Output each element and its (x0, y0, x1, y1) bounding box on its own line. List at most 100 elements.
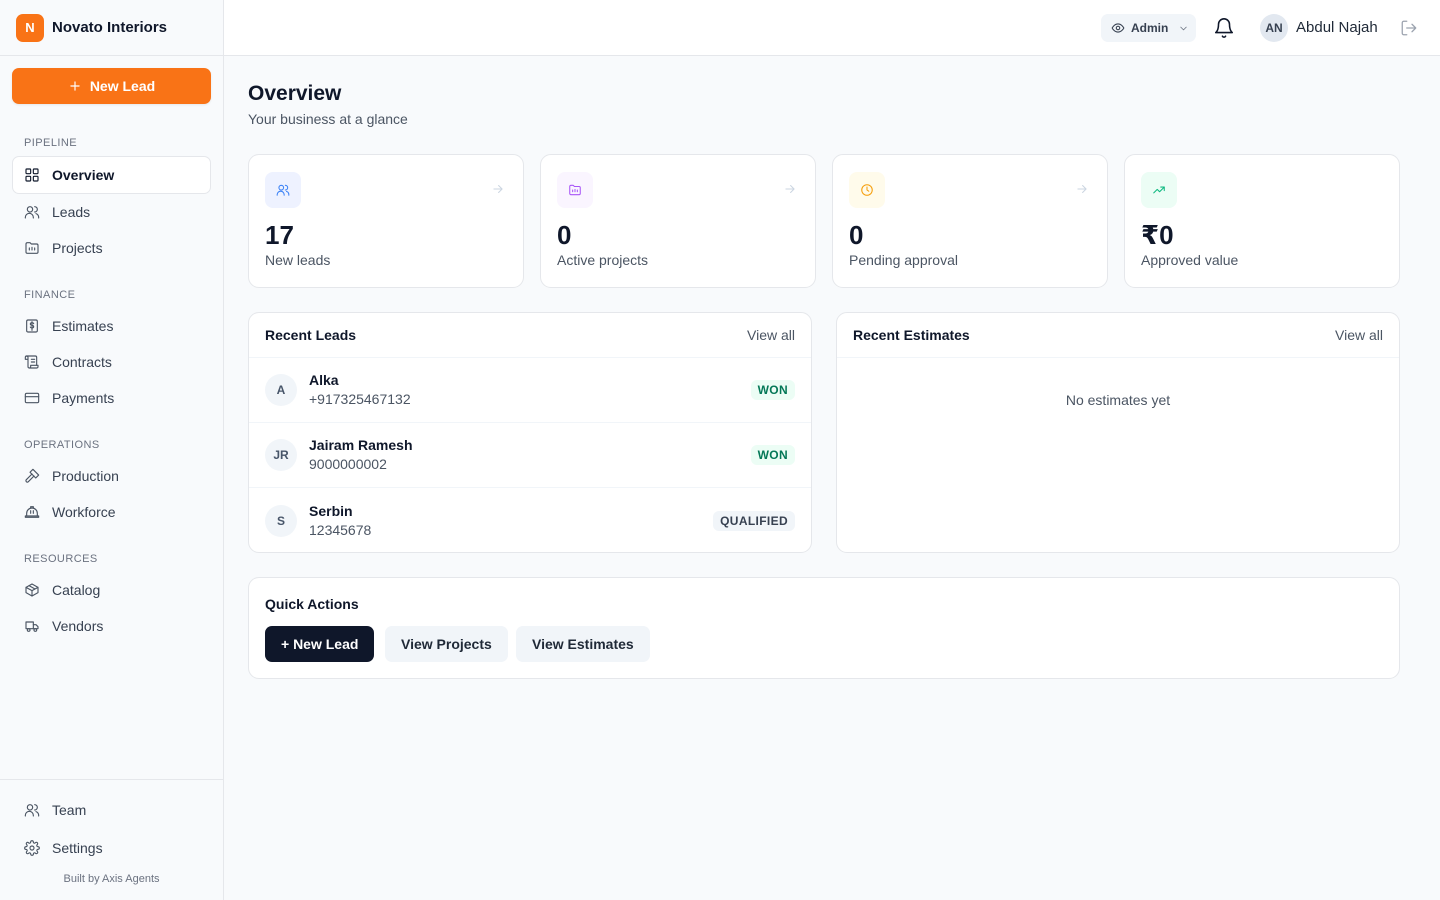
sidebar-item-label: Production (52, 468, 119, 484)
stat-label: Approved value (1141, 252, 1239, 268)
view-estimates-button[interactable]: View Estimates (516, 626, 650, 662)
brand[interactable]: N Novato Interiors (0, 0, 223, 56)
role-switcher[interactable]: Admin (1101, 14, 1196, 42)
sidebar-item-team[interactable]: Team (12, 791, 211, 829)
topbar: Admin AN Abdul Najah (224, 0, 1440, 56)
list-item[interactable]: JR Jairam Ramesh 9000000002 WON (249, 423, 811, 488)
quick-new-lead-button[interactable]: + New Lead (265, 626, 375, 662)
sidebar-item-leads[interactable]: Leads (12, 193, 211, 231)
sidebar-item-settings[interactable]: Settings (12, 829, 211, 867)
lead-phone: +917325467132 (309, 391, 411, 407)
page-subtitle: Your business at a glance (248, 111, 408, 127)
panel-title: Recent Leads (265, 327, 357, 343)
lead-name: Serbin (309, 502, 353, 519)
avatar[interactable]: AN (1260, 14, 1288, 42)
credit-card-icon (24, 392, 40, 404)
new-lead-button[interactable]: New Lead (12, 68, 211, 104)
status-badge: WON (750, 380, 795, 400)
lead-avatar: A (265, 374, 297, 406)
sidebar-item-label: Estimates (52, 318, 114, 334)
chevron-down-icon (1180, 26, 1188, 30)
list-item[interactable]: A Alka +917325467132 WON (249, 358, 811, 423)
lead-avatar: S (265, 504, 297, 537)
view-all-estimates-link[interactable]: View all (1335, 327, 1383, 343)
stat-value: 0 (557, 220, 572, 250)
brand-name: Novato Interiors (52, 19, 168, 36)
sidebar: N Novato Interiors New Lead PIPELINE Ove… (0, 0, 224, 900)
stat-label: New leads (265, 252, 331, 268)
trending-up-icon (1153, 186, 1165, 194)
new-lead-label: New Lead (89, 78, 156, 94)
stat-card-pending-approval[interactable]: 0 Pending approval (832, 154, 1108, 288)
sidebar-item-label: Workforce (52, 504, 116, 520)
sidebar-footer: Team Settings Built by Axis Agents (0, 779, 223, 900)
role-label: Admin (1131, 21, 1169, 35)
stat-value: ₹0 (1141, 220, 1174, 250)
notifications-bell-icon[interactable] (1213, 17, 1235, 39)
stat-label: Active projects (557, 252, 649, 268)
lead-phone: 12345678 (309, 521, 372, 538)
lead-info: Jairam Ramesh 9000000002 (309, 436, 751, 474)
section-label-resources: RESOURCES (24, 553, 98, 565)
recent-estimates-panel: Recent Estimates View all No estimates y… (836, 312, 1400, 553)
list-item[interactable]: S Serbin 12345678 QUALIFIED (249, 488, 811, 553)
status-badge: QUALIFIED (713, 510, 795, 531)
lead-info: Serbin 12345678 (309, 502, 713, 540)
view-all-leads-link[interactable]: View all (747, 327, 795, 343)
sidebar-item-contracts[interactable]: Contracts (12, 343, 211, 381)
logout-icon[interactable] (1400, 19, 1418, 37)
section-label-pipeline: PIPELINE (24, 137, 78, 149)
user-name[interactable]: Abdul Najah (1296, 19, 1378, 36)
hard-hat-icon (24, 506, 40, 518)
lead-name: Jairam Ramesh (309, 437, 413, 453)
stat-icon-wrap (265, 172, 301, 208)
stat-card-approved-value[interactable]: ₹0 Approved value (1124, 154, 1400, 288)
sidebar-item-catalog[interactable]: Catalog (12, 571, 211, 609)
sidebar-item-label: Contracts (52, 354, 112, 370)
scroll-icon (24, 355, 39, 369)
brand-logo: N (16, 13, 44, 42)
users-icon (24, 206, 40, 219)
empty-state: No estimates yet (1065, 392, 1171, 408)
arrow-right-icon (1075, 182, 1089, 196)
users-icon (276, 184, 290, 196)
arrow-right-icon (783, 182, 797, 196)
stat-icon-wrap (557, 172, 593, 208)
sidebar-item-label: Settings (52, 840, 103, 856)
stat-value: 0 (849, 220, 864, 250)
panel-header: Recent Leads View all (249, 313, 811, 358)
plus-icon (70, 81, 80, 91)
eye-icon (1111, 23, 1125, 33)
sidebar-item-label: Overview (52, 167, 115, 183)
sidebar-item-label: Payments (52, 390, 115, 406)
sidebar-item-vendors[interactable]: Vendors (12, 607, 211, 645)
stat-value: 17 (265, 220, 294, 250)
sidebar-item-production[interactable]: Production (12, 457, 211, 495)
dollar-file-icon (26, 319, 38, 333)
stat-card-active-projects[interactable]: 0 Active projects (540, 154, 816, 288)
sidebar-item-estimates[interactable]: Estimates (12, 307, 211, 345)
gear-icon (24, 840, 40, 856)
view-projects-button[interactable]: View Projects (385, 626, 508, 662)
section-label-operations: OPERATIONS (24, 439, 100, 451)
truck-icon (25, 621, 39, 632)
status-badge: WON (750, 445, 795, 465)
stat-label: Pending approval (849, 252, 958, 268)
quick-actions-panel: Quick Actions + New Lead View Projects V… (248, 577, 1400, 679)
sidebar-item-overview[interactable]: Overview (12, 156, 211, 194)
sidebar-item-label: Projects (52, 240, 103, 256)
folder-icon (569, 184, 581, 196)
sidebar-item-workforce[interactable]: Workforce (12, 493, 211, 531)
built-by-credit: Built by Axis Agents (63, 873, 160, 885)
sidebar-item-label: Catalog (52, 582, 101, 598)
panel-title: Recent Estimates (853, 327, 970, 343)
hammer-icon (25, 468, 40, 483)
package-icon (25, 583, 39, 597)
sidebar-item-payments[interactable]: Payments (12, 379, 211, 417)
lead-name: Alka (309, 372, 339, 388)
folder-icon (25, 242, 39, 254)
sidebar-item-label: Vendors (52, 618, 104, 634)
sidebar-item-projects[interactable]: Projects (12, 229, 211, 267)
stat-card-new-leads[interactable]: 17 New leads (248, 154, 524, 288)
recent-leads-panel: Recent Leads View all A Alka +9173254671… (248, 312, 812, 553)
